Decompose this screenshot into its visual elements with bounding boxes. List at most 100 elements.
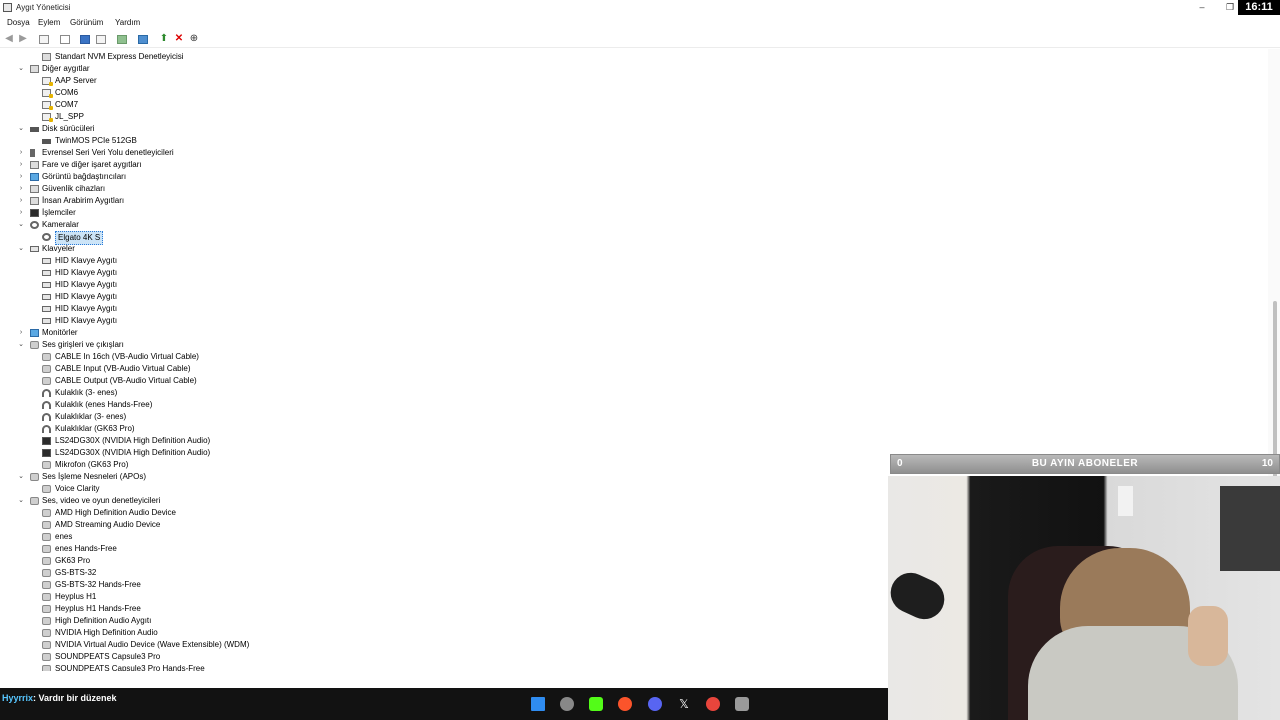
chevron-down-icon[interactable]: ⌄ <box>17 63 25 75</box>
tree-device[interactable]: HID Klavye Aygıtı <box>0 315 700 327</box>
monitor-speaker-icon <box>42 449 51 457</box>
tree-category[interactable]: › İşlemciler <box>0 207 700 219</box>
tree-device[interactable]: Mikrofon (GK63 Pro) <box>0 459 700 471</box>
menu-help[interactable]: Yardım <box>115 18 140 27</box>
chevron-right-icon[interactable]: › <box>17 195 25 207</box>
tree-device[interactable]: Voice Clarity <box>0 483 700 495</box>
chevron-down-icon[interactable]: ⌄ <box>17 123 25 135</box>
keyboard-icon <box>42 270 51 276</box>
tree-device[interactable]: LS24DG30X (NVIDIA High Definition Audio) <box>0 447 700 459</box>
tree-device[interactable]: JL_SPP <box>0 111 700 123</box>
tree-device[interactable]: NVIDIA Virtual Audio Device (Wave Extens… <box>0 639 700 651</box>
tree-category[interactable]: › İnsan Arabirim Aygıtları <box>0 195 700 207</box>
tree-device[interactable]: GK63 Pro <box>0 555 700 567</box>
tree-device[interactable]: COM7 <box>0 99 700 111</box>
tree-device[interactable]: GS-BTS-32 <box>0 567 700 579</box>
tree-device[interactable]: HID Klavye Aygıtı <box>0 303 700 315</box>
chevron-right-icon[interactable]: › <box>17 327 25 339</box>
show-hide-tree-icon[interactable] <box>38 33 50 45</box>
tree-device[interactable]: CABLE Input (VB-Audio Virtual Cable) <box>0 363 700 375</box>
tree-device[interactable]: CABLE Output (VB-Audio Virtual Cable) <box>0 375 700 387</box>
tree-device[interactable]: enes <box>0 531 700 543</box>
tree-item-label: Güvenlik cihazları <box>42 184 106 193</box>
view-icon[interactable] <box>95 33 107 45</box>
restore-icon[interactable]: ❐ <box>1224 1 1236 13</box>
tree-category[interactable]: › Fare ve diğer işaret aygıtları <box>0 159 700 171</box>
tree-device[interactable]: COM6 <box>0 87 700 99</box>
hid-icon <box>30 197 39 205</box>
tree-device[interactable]: enes Hands-Free <box>0 543 700 555</box>
chevron-right-icon[interactable]: › <box>17 159 25 171</box>
tree-device[interactable]: Heyplus H1 <box>0 591 700 603</box>
disable-device-icon[interactable]: ⊕ <box>188 33 200 45</box>
kick-icon[interactable] <box>589 697 603 711</box>
back-arrow-icon[interactable]: ◀ <box>3 33 15 45</box>
tree-category[interactable]: › Monitörler <box>0 327 700 339</box>
properties-icon[interactable] <box>59 33 71 45</box>
chevron-down-icon[interactable]: ⌄ <box>17 243 25 255</box>
device-manager-icon[interactable] <box>735 697 749 711</box>
print-icon[interactable] <box>116 33 128 45</box>
tree-item-label: Ses girişleri ve çıkışları <box>42 340 124 349</box>
tree-device[interactable]: NVIDIA High Definition Audio <box>0 627 700 639</box>
unknown-device-warning-icon <box>42 101 53 110</box>
menu-action[interactable]: Eylem <box>38 18 60 27</box>
tree-device[interactable]: High Definition Audio Aygıtı <box>0 615 700 627</box>
tree-device[interactable]: Kulaklık (enes Hands-Free) <box>0 399 700 411</box>
unknown-device-icon <box>30 65 39 73</box>
wall-ac-unit <box>1118 486 1133 516</box>
tree-device[interactable]: AMD High Definition Audio Device <box>0 507 700 519</box>
tree-category[interactable]: ⌄ Ses, video ve oyun denetleyicileri <box>0 495 700 507</box>
app-circle-icon[interactable] <box>560 697 574 711</box>
help-icon[interactable] <box>79 33 91 45</box>
tree-category[interactable]: ⌄ Kameralar <box>0 219 700 231</box>
tree-category[interactable]: ⌄ Diğer aygıtlar <box>0 63 700 75</box>
tree-category[interactable]: › Görüntü bağdaştırıcıları <box>0 171 700 183</box>
chevron-right-icon[interactable]: › <box>17 183 25 195</box>
menu-view[interactable]: Görünüm <box>70 18 103 27</box>
tree-category[interactable]: ⌄ Klavyeler <box>0 243 700 255</box>
minimize-icon[interactable]: – <box>1196 1 1208 13</box>
menu-file[interactable]: Dosya <box>7 18 30 27</box>
update-driver-icon[interactable]: ⬆ <box>158 33 170 45</box>
tree-device[interactable]: AAP Server <box>0 75 700 87</box>
tree-category[interactable]: ⌄ Ses girişleri ve çıkışları <box>0 339 700 351</box>
tree-device[interactable]: Kulaklık (3- enes) <box>0 387 700 399</box>
discord-icon[interactable] <box>648 697 662 711</box>
chevron-right-icon[interactable]: › <box>17 171 25 183</box>
chevron-down-icon[interactable]: ⌄ <box>17 471 25 483</box>
tree-device[interactable]: SOUNDPEATS Capsule3 Pro Hands-Free <box>0 663 700 671</box>
chevron-down-icon[interactable]: ⌄ <box>17 339 25 351</box>
tree-device[interactable]: TwinMOS PCIe 512GB <box>0 135 700 147</box>
chevron-down-icon[interactable]: ⌄ <box>17 219 25 231</box>
tree-category[interactable]: › Evrensel Seri Veri Yolu denetleyicileri <box>0 147 700 159</box>
chrome-icon[interactable] <box>706 697 720 711</box>
speaker-icon <box>42 557 51 565</box>
tree-device[interactable]: SOUNDPEATS Capsule3 Pro <box>0 651 700 663</box>
windows-start-icon[interactable] <box>531 697 545 711</box>
tree-device[interactable]: Heyplus H1 Hands-Free <box>0 603 700 615</box>
scan-hardware-icon[interactable] <box>137 33 149 45</box>
tree-device[interactable]: Kulaklıklar (3- enes) <box>0 411 700 423</box>
tree-device[interactable]: HID Klavye Aygıtı <box>0 267 700 279</box>
tree-device[interactable]: CABLE In 16ch (VB-Audio Virtual Cable) <box>0 351 700 363</box>
tree-device[interactable]: Elgato 4K S <box>0 231 700 245</box>
chevron-right-icon[interactable]: › <box>17 147 25 159</box>
tree-device[interactable]: GS-BTS-32 Hands-Free <box>0 579 700 591</box>
x-icon[interactable]: 𝕏 <box>677 697 691 711</box>
tree-device[interactable]: HID Klavye Aygıtı <box>0 255 700 267</box>
tree-device[interactable]: Kulaklıklar (GK63 Pro) <box>0 423 700 435</box>
brave-icon[interactable] <box>618 697 632 711</box>
chevron-right-icon[interactable]: › <box>17 207 25 219</box>
tree-category[interactable]: › Güvenlik cihazları <box>0 183 700 195</box>
tree-device[interactable]: Standart NVM Express Denetleyicisi <box>0 51 700 63</box>
tree-category[interactable]: ⌄ Ses İşleme Nesneleri (APOs) <box>0 471 700 483</box>
tree-device[interactable]: HID Klavye Aygıtı <box>0 279 700 291</box>
tree-device[interactable]: HID Klavye Aygıtı <box>0 291 700 303</box>
tree-device[interactable]: LS24DG30X (NVIDIA High Definition Audio) <box>0 435 700 447</box>
tree-category[interactable]: ⌄ Disk sürücüleri <box>0 123 700 135</box>
uninstall-icon[interactable]: ✕ <box>173 33 185 45</box>
forward-arrow-icon[interactable]: ▶ <box>17 33 29 45</box>
tree-device[interactable]: AMD Streaming Audio Device <box>0 519 700 531</box>
chevron-down-icon[interactable]: ⌄ <box>17 495 25 507</box>
